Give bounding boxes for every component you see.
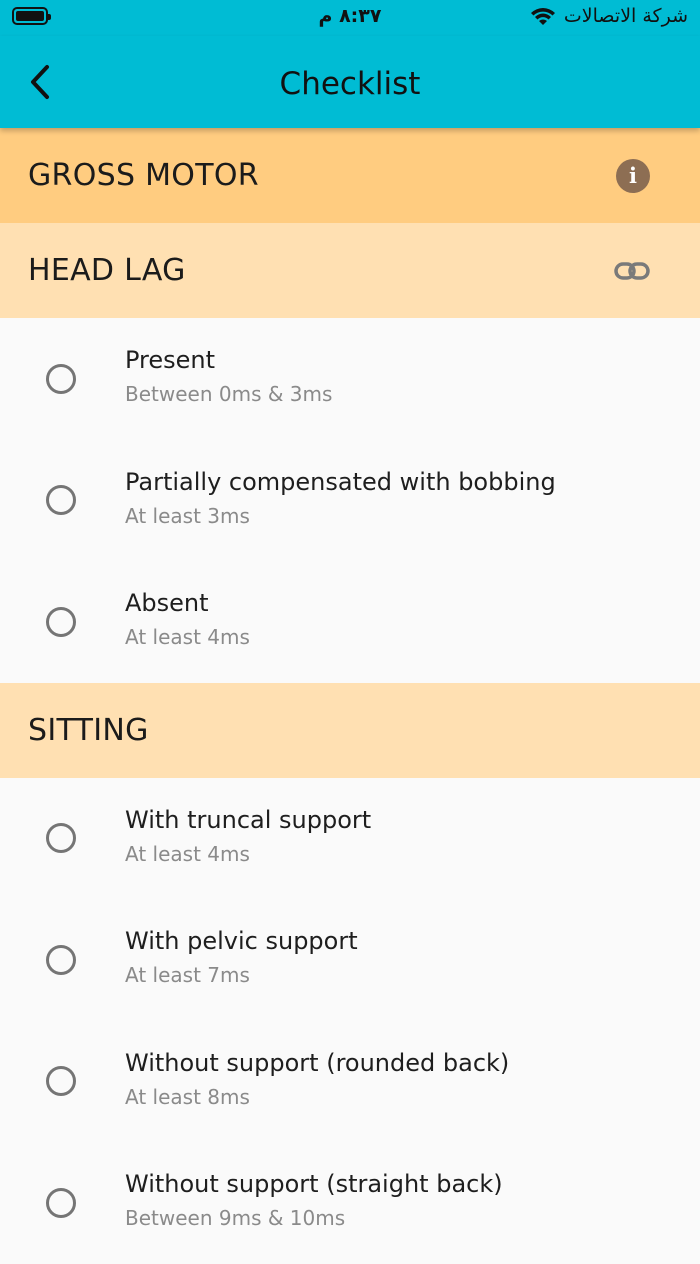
list-item[interactable]: With truncal support At least 4ms (0, 778, 700, 900)
radio-button[interactable] (46, 823, 76, 854)
info-icon[interactable]: i (616, 158, 650, 193)
radio-button[interactable] (46, 944, 76, 975)
radio-button[interactable] (46, 1066, 76, 1097)
list-item[interactable]: Partially compensated with bobbing At le… (0, 440, 700, 562)
option-subtitle: At least 4ms (125, 841, 250, 866)
page-title: Checklist (279, 66, 421, 102)
radio-button[interactable] (46, 485, 76, 516)
carrier-info: شركة الاتصالات (530, 5, 688, 27)
list-item[interactable]: Present Between 0ms & 3ms (0, 318, 700, 440)
app-bar: Checklist (0, 36, 700, 128)
status-bar: ٨:٣٧ م شركة الاتصالات (0, 0, 700, 36)
option-subtitle: Between 9ms & 10ms (125, 1206, 346, 1231)
option-subtitle: At least 7ms (125, 963, 250, 988)
carrier-name: شركة الاتصالات (563, 5, 688, 27)
option-subtitle: Between 0ms & 3ms (125, 382, 333, 407)
list-item[interactable]: Absent At least 4ms (0, 561, 700, 683)
option-subtitle: At least 3ms (125, 503, 250, 528)
option-label: Partially compensated with bobbing (125, 467, 556, 496)
option-label: With pelvic support (125, 927, 358, 956)
radio-button[interactable] (46, 606, 76, 637)
list-item[interactable]: Without support (rounded back) At least … (0, 1021, 700, 1143)
list-item[interactable]: Without support (straight back) Between … (0, 1142, 700, 1264)
radio-button[interactable] (46, 363, 76, 394)
section-title: SITTING (28, 712, 149, 748)
wifi-icon (530, 8, 555, 25)
category-header: GROSS MOTOR i (0, 128, 700, 223)
option-label: With truncal support (125, 805, 372, 834)
section-title: HEAD LAG (28, 253, 186, 288)
radio-button[interactable] (46, 1187, 76, 1218)
section-header-sitting: SITTING (0, 682, 700, 778)
option-label: Without support (rounded back) (125, 1048, 510, 1077)
option-label: Without support (straight back) (125, 1170, 503, 1199)
checklist-content: GROSS MOTOR i HEAD LAG Present Between 0… (0, 128, 700, 1264)
list-item[interactable]: With pelvic support At least 7ms (0, 899, 700, 1021)
section-header-head-lag: HEAD LAG (0, 223, 700, 318)
category-title: GROSS MOTOR (28, 158, 259, 193)
option-subtitle: At least 4ms (125, 625, 250, 650)
option-label: Present (125, 346, 216, 375)
option-label: Absent (125, 589, 209, 618)
option-subtitle: At least 8ms (125, 1084, 250, 1109)
link-icon[interactable] (614, 260, 650, 282)
